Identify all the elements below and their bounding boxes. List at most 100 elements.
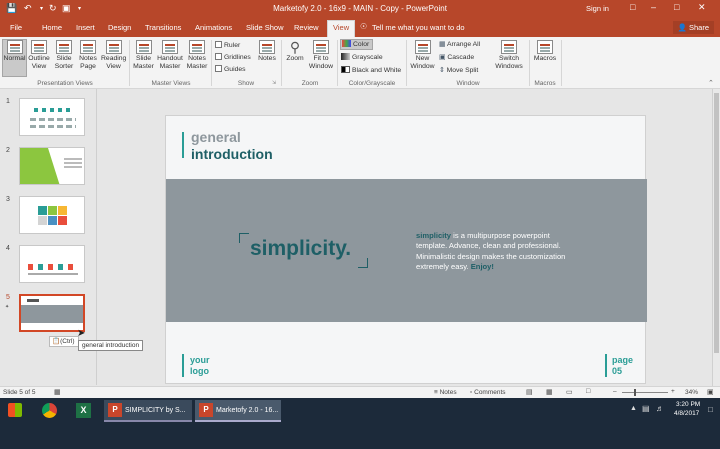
ruler-checkbox[interactable]: Ruler — [215, 41, 240, 50]
minimize-icon[interactable]: – — [651, 2, 656, 12]
reading-view-button[interactable]: Reading View — [101, 40, 126, 71]
master-views-group-label: Master Views — [151, 80, 191, 87]
thumbnail-title — [27, 299, 39, 302]
scrollbar-thumb[interactable] — [714, 93, 719, 353]
notes-status-button[interactable]: ≡ Notes — [434, 389, 457, 396]
slide-master-icon — [135, 40, 152, 54]
thumbnail-text-lines — [30, 125, 76, 128]
switch-windows-label: Switch Windows — [495, 55, 523, 70]
slide-canvas[interactable]: general introduction simplicity. simplic… — [165, 115, 647, 384]
cascade-button[interactable]: ▣ Cascade — [439, 53, 474, 62]
clipboard-icon: 📋 — [52, 338, 61, 345]
normal-view-status-icon[interactable]: ▤ — [526, 388, 533, 396]
outline-view-label: Outline View — [28, 55, 50, 70]
taskbar-item-simplicity[interactable]: P SIMPLICITY by S... — [104, 400, 192, 422]
fit-window-icon — [313, 40, 329, 54]
handout-master-icon — [162, 40, 178, 54]
switch-windows-button[interactable]: Switch Windows — [492, 40, 526, 71]
slide-thumbnail-5[interactable] — [19, 294, 85, 332]
slide-thumbnail-3[interactable] — [19, 196, 85, 234]
start-button-icon[interactable] — [8, 403, 22, 417]
arrange-all-label: Arrange All — [446, 41, 481, 48]
color-grayscale-group-label: Color/Grayscale — [348, 80, 396, 87]
chrome-icon[interactable] — [42, 403, 57, 418]
tab-insert[interactable]: Insert — [76, 21, 95, 37]
taskbar-item-marketofy[interactable]: P Marketofy 2.0 - 16... — [195, 400, 281, 422]
black-and-white-button[interactable]: Black and White — [341, 66, 401, 75]
paste-options-button[interactable]: 📋(Ctrl) — [49, 336, 79, 347]
slide-master-button[interactable]: Slide Master — [132, 40, 155, 71]
thumbnail-line — [28, 273, 78, 275]
slide-thumbnail-2[interactable] — [19, 147, 85, 185]
zoom-out-icon[interactable]: – — [613, 388, 617, 395]
notifications-icon[interactable]: □ — [708, 405, 713, 414]
tab-slide-show[interactable]: Slide Show — [246, 21, 284, 37]
sign-in-link[interactable]: Sign in — [586, 4, 609, 13]
zoom-slider-handle[interactable] — [634, 389, 636, 396]
outline-view-button[interactable]: Outline View — [28, 40, 50, 71]
taskbar-item-label: Marketofy 2.0 - 16... — [216, 407, 279, 414]
arrange-all-button[interactable]: ▦ Arrange All — [439, 40, 480, 49]
move-split-button[interactable]: ⇕ Move Split — [439, 66, 478, 75]
slide-sorter-icon — [56, 40, 72, 54]
tab-design[interactable]: Design — [108, 21, 131, 37]
zoom-in-icon[interactable]: + — [671, 388, 675, 395]
zoom-button[interactable]: ⚲ Zoom — [284, 40, 306, 63]
slide-thumbnail-1[interactable] — [19, 98, 85, 136]
zoom-level[interactable]: 34% — [685, 389, 698, 396]
gray-band: simplicity. simplicity is a multipurpose… — [166, 179, 647, 322]
normal-view-button[interactable]: Normal — [2, 39, 27, 77]
thumbnail-dots — [34, 108, 72, 112]
share-button[interactable]: 👤 Share — [672, 21, 714, 34]
gridlines-label: Gridlines — [224, 54, 251, 61]
slide-thumbnail-4[interactable] — [19, 245, 85, 283]
network-icon[interactable]: ▤ — [642, 404, 650, 413]
collapse-ribbon-icon[interactable]: ⌃ — [708, 79, 714, 87]
fit-to-window-button[interactable]: Fit to Window — [307, 40, 335, 71]
ribbon-display-options-icon[interactable]: □ — [630, 2, 635, 12]
description-end: Enjoy! — [470, 262, 494, 272]
tab-animations[interactable]: Animations — [195, 21, 232, 37]
grayscale-button[interactable]: Grayscale — [341, 53, 383, 62]
tab-home[interactable]: Home — [42, 21, 62, 37]
reading-view-status-icon[interactable]: ▭ — [566, 388, 573, 396]
logo-line2: logo — [190, 366, 209, 376]
vertical-scrollbar[interactable] — [712, 89, 720, 386]
clock-time[interactable]: 3:20 PM — [676, 401, 700, 408]
slide-sorter-status-icon[interactable]: ▦ — [546, 388, 553, 396]
tell-me-box[interactable]: Tell me what you want to do — [372, 23, 465, 32]
tab-transitions[interactable]: Transitions — [145, 21, 181, 37]
notes-button[interactable]: Notes — [256, 40, 278, 63]
slideshow-status-icon[interactable]: □ — [586, 388, 590, 395]
gridlines-checkbox[interactable]: Gridlines — [215, 53, 251, 62]
ribbon-tab-bar: File Home Insert Design Transitions Anim… — [0, 18, 720, 37]
zoom-slider[interactable] — [622, 392, 668, 393]
spell-check-icon[interactable]: ▦ — [54, 388, 61, 396]
dialog-launcher-icon[interactable]: ⇲ — [272, 80, 276, 86]
notes-page-button[interactable]: Notes Page — [77, 40, 99, 71]
tab-review[interactable]: Review — [294, 21, 319, 37]
notes-master-button[interactable]: Notes Master — [185, 40, 209, 71]
volume-icon[interactable]: ♬ — [656, 404, 664, 413]
window-title: Marketofy 2.0 - 16x9 - MAIN - Copy - Pow… — [273, 4, 447, 13]
close-icon[interactable]: ✕ — [698, 2, 706, 13]
clock-date[interactable]: 4/8/2017 — [674, 410, 699, 417]
macros-button[interactable]: Macros — [532, 40, 558, 63]
slide-sorter-button[interactable]: Slide Sorter — [52, 40, 76, 71]
thumbnail-text-lines — [30, 118, 76, 121]
color-swatch-icon — [342, 40, 351, 47]
excel-icon[interactable]: X — [76, 403, 91, 418]
new-window-button[interactable]: New Window — [409, 40, 436, 71]
tab-file[interactable]: File — [10, 21, 22, 37]
new-window-label: New Window — [410, 55, 435, 70]
fit-slide-icon[interactable]: ▣ — [707, 388, 714, 396]
handout-master-button[interactable]: Handout Master — [156, 40, 184, 71]
color-button[interactable]: Color — [340, 39, 374, 50]
guides-checkbox[interactable]: Guides — [215, 65, 246, 74]
tray-chevron-icon[interactable]: ▲ — [630, 405, 637, 412]
maximize-icon[interactable]: □ — [674, 2, 679, 12]
share-label: Share — [688, 23, 709, 32]
comments-status-button[interactable]: ▫ Comments — [470, 389, 506, 396]
reading-view-icon — [105, 40, 122, 54]
tab-view[interactable]: View — [327, 20, 356, 37]
